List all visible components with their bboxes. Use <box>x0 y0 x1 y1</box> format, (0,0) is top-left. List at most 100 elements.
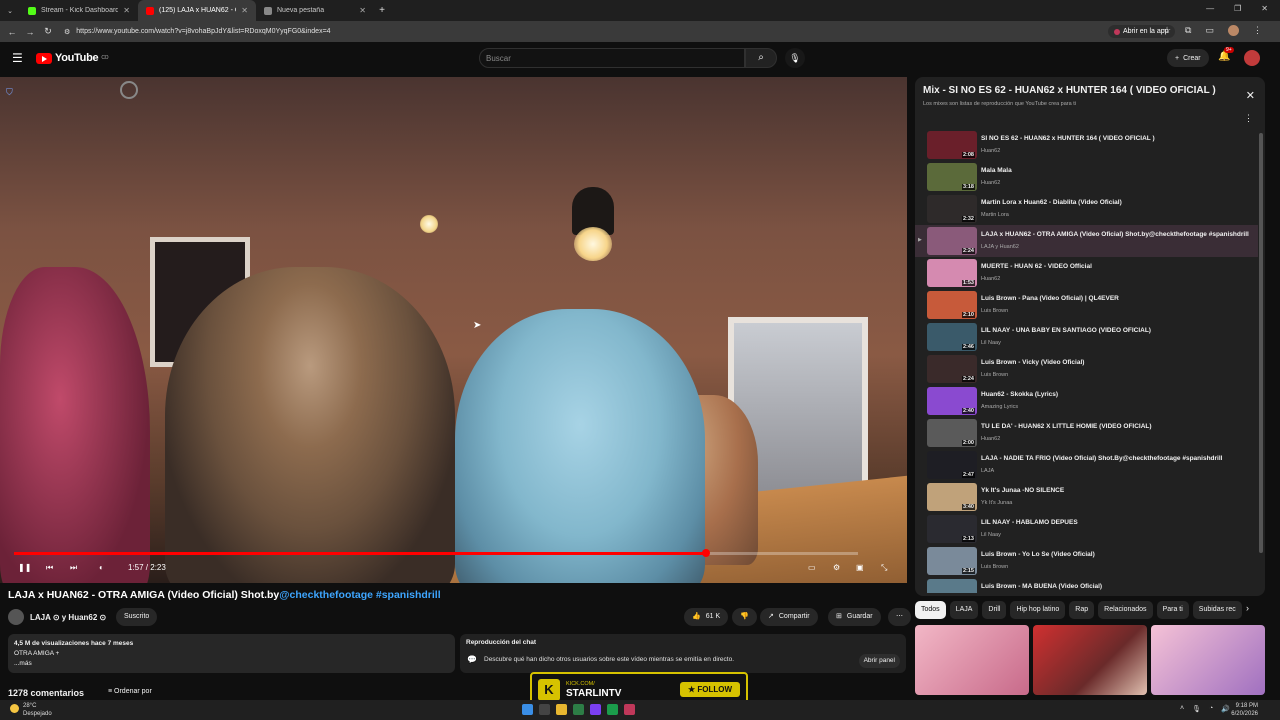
playlist-thumbnail[interactable]: 2:46 <box>927 323 977 351</box>
playlist-thumbnail[interactable]: 2:08 <box>927 131 977 159</box>
playlist-item[interactable]: 3:18 Mala Mala Huan62 <box>915 161 1258 193</box>
playlist-thumbnail[interactable]: 2:40 <box>927 387 977 415</box>
channel-name[interactable]: LAJA ⊙ y Huan62 ⊙ <box>30 613 106 622</box>
youtube-logo[interactable]: YouTube CO <box>36 52 109 64</box>
app-icon[interactable] <box>590 704 601 715</box>
reload-icon[interactable]: ↻ <box>39 26 57 37</box>
volume-icon[interactable]: ◐ <box>99 563 104 572</box>
url-bar[interactable]: ⚙ https://www.youtube.com/watch?v=j8voha… <box>64 24 1104 39</box>
playlist-thumbnail[interactable]: 2:10 <box>927 291 977 319</box>
description-box[interactable]: 4,5 M de visualizaciones hace 7 meses OT… <box>8 634 455 673</box>
extensions-icon[interactable]: ⧉ <box>1185 25 1191 36</box>
video-title-tags[interactable]: @checkthefootage #spanishdrill <box>279 589 440 601</box>
close-tab-icon[interactable]: ✕ <box>359 6 366 15</box>
account-avatar[interactable] <box>1244 50 1260 66</box>
close-icon[interactable]: ✕ <box>1246 89 1255 102</box>
playlist-thumbnail[interactable]: 2:15 <box>927 547 977 575</box>
playlist-item[interactable]: 2:10 Luis Brown - Pana (Video Oficial) | … <box>915 289 1258 321</box>
site-settings-icon[interactable]: ⚙ <box>64 28 70 36</box>
filter-chip[interactable]: Para ti <box>1156 601 1189 619</box>
profile-avatar[interactable] <box>1228 25 1239 36</box>
filter-chip[interactable]: Hip hop latino <box>1010 601 1066 619</box>
playlist-thumbnail[interactable]: 2:24 <box>927 227 977 255</box>
channel-avatar[interactable] <box>8 609 24 625</box>
bookmark-star-icon[interactable]: ☆ <box>1163 25 1171 36</box>
browser-taskbar-icon[interactable] <box>624 704 635 715</box>
more-actions-button[interactable]: ⋯ <box>888 608 911 626</box>
playlist-thumbnail[interactable]: 3:18 <box>927 163 977 191</box>
hamburger-menu-icon[interactable]: ☰ <box>12 51 23 65</box>
filter-chip[interactable]: Todos <box>915 601 946 619</box>
wifi-icon[interactable]: ◔ <box>1209 705 1213 713</box>
close-tab-icon[interactable]: ✕ <box>241 6 248 15</box>
next-icon[interactable]: ⏭ <box>70 563 77 573</box>
filter-chip[interactable]: Relacionados <box>1098 601 1153 619</box>
notifications-button[interactable]: 🔔 9+ <box>1218 47 1234 62</box>
chevron-up-icon[interactable]: ˄ <box>1180 705 1184 713</box>
playlist-item[interactable]: ▶ 2:24 LAJA x HUAN62 - OTRA AMIGA (Video O… <box>915 225 1258 257</box>
playlist-scrollbar[interactable] <box>1259 133 1263 553</box>
filter-chip[interactable]: Rap <box>1069 601 1095 619</box>
close-tab-icon[interactable]: ✕ <box>123 6 130 15</box>
share-button[interactable]: ↗ Compartir <box>760 608 818 626</box>
search-button[interactable]: ⌕ <box>745 48 777 68</box>
progress-bar[interactable] <box>14 549 858 557</box>
sort-comments-button[interactable]: ≡ Ordenar por <box>108 688 152 695</box>
more-link[interactable]: ...más <box>14 659 449 669</box>
subtitles-icon[interactable]: ▭ <box>808 563 816 572</box>
file-explorer-icon[interactable] <box>556 704 567 715</box>
forward-icon[interactable]: → <box>21 27 39 37</box>
fullscreen-icon[interactable]: ⤡ <box>881 563 887 573</box>
open-chat-button[interactable]: Abrir panel <box>858 654 900 668</box>
chevron-right-icon[interactable]: › <box>1246 603 1249 613</box>
previous-icon[interactable]: ⏮ <box>46 563 53 573</box>
playlist-thumbnail[interactable]: 2:13 <box>927 515 977 543</box>
playlist-thumbnail[interactable]: 1:53 <box>927 259 977 287</box>
app-icon[interactable] <box>573 704 584 715</box>
create-button[interactable]: + Crear <box>1167 49 1209 67</box>
settings-gear-icon[interactable]: ⚙ <box>833 563 840 572</box>
dislike-button[interactable]: 👎 <box>732 608 757 626</box>
browser-tab-kick[interactable]: Stream - Kick Dashboard ✕ <box>20 0 138 21</box>
browser-tab-new[interactable]: Nueva pestaña ✕ <box>256 0 374 21</box>
back-icon[interactable]: ← <box>3 27 21 37</box>
close-window-icon[interactable]: ✕ <box>1261 4 1268 13</box>
playlist-thumbnail[interactable] <box>927 579 977 593</box>
clock[interactable]: 9:18 PM 6/20/2026 <box>1231 702 1258 718</box>
playlist-item[interactable]: 2:47 LAJA - NADIE TA FRIO (Video Oficial)… <box>915 449 1258 481</box>
playlist-item[interactable]: 1:53 MUERTE - HUAN 62 - VIDEO Official Hua… <box>915 257 1258 289</box>
windows-start-icon[interactable] <box>522 704 533 715</box>
playlist-item[interactable]: 2:08 SI NO ES 62 - HUAN62 x HUNTER 164 ( … <box>915 129 1258 161</box>
search-taskbar-icon[interactable] <box>539 704 550 715</box>
video-player[interactable]: ⛉ ➤ ❚❚ ⏮ ⏭ ◐ 1:57 / 2:23 ▭ ⚙ ▣ ⤡ <box>0 77 907 583</box>
browser-menu-icon[interactable]: ⋮ <box>1253 25 1262 36</box>
playlist-thumbnail[interactable]: 2:00 <box>927 419 977 447</box>
miniplayer-icon[interactable]: ▣ <box>856 563 864 572</box>
like-button[interactable]: 👍 61 K <box>684 608 729 626</box>
playlist-item[interactable]: 2:46 LIL NAAY - UNA BABY EN SANTIAGO (VID… <box>915 321 1258 353</box>
app-icon[interactable] <box>607 704 618 715</box>
recommendation-thumbnail[interactable] <box>915 625 1029 695</box>
microphone-tray-icon[interactable]: 🎙 <box>1192 705 1201 713</box>
recommendation-thumbnail[interactable] <box>1151 625 1265 695</box>
playlist-item[interactable]: 2:24 Luis Brown - Vicky (Video Oficial) Lu… <box>915 353 1258 385</box>
playlist-item[interactable]: 2:00 TU LE DA' - HUAN62 X LITTLE HOMIE (V… <box>915 417 1258 449</box>
search-input[interactable]: Buscar <box>479 48 745 68</box>
filter-chip[interactable]: LAJA <box>949 601 979 619</box>
tab-search-icon[interactable]: ⌄ <box>0 7 20 15</box>
playlist-thumbnail[interactable]: 3:40 <box>927 483 977 511</box>
weather-widget[interactable]: 28°C Despejado <box>10 702 52 718</box>
new-tab-button[interactable]: + <box>374 5 390 16</box>
recommendation-thumbnail[interactable] <box>1033 625 1147 695</box>
playlist-thumbnail[interactable]: 2:24 <box>927 355 977 383</box>
playlist-item[interactable]: 2:40 Huan62 - Skokka (Lyrics) Amazing Lyri… <box>915 385 1258 417</box>
playlist-item[interactable]: 2:13 LIL NAAY - HABLAMO DEPUES Lil Naay <box>915 513 1258 545</box>
sidebar-icon[interactable]: ▭ <box>1205 25 1214 36</box>
playlist-thumbnail[interactable]: 2:32 <box>927 195 977 223</box>
playlist-item[interactable]: Luis Brown - MA BUENA (Video Oficial)Lui… <box>915 577 1258 593</box>
shield-icon[interactable]: ⛉ <box>6 87 18 99</box>
subscribed-button[interactable]: Suscrito <box>116 608 158 626</box>
restore-icon[interactable]: ❐ <box>1234 4 1241 13</box>
more-vert-icon[interactable]: ⋮ <box>1244 113 1253 124</box>
playlist-item[interactable]: 2:32 Martin Lora x Huan62 - Diablita (Vid… <box>915 193 1258 225</box>
